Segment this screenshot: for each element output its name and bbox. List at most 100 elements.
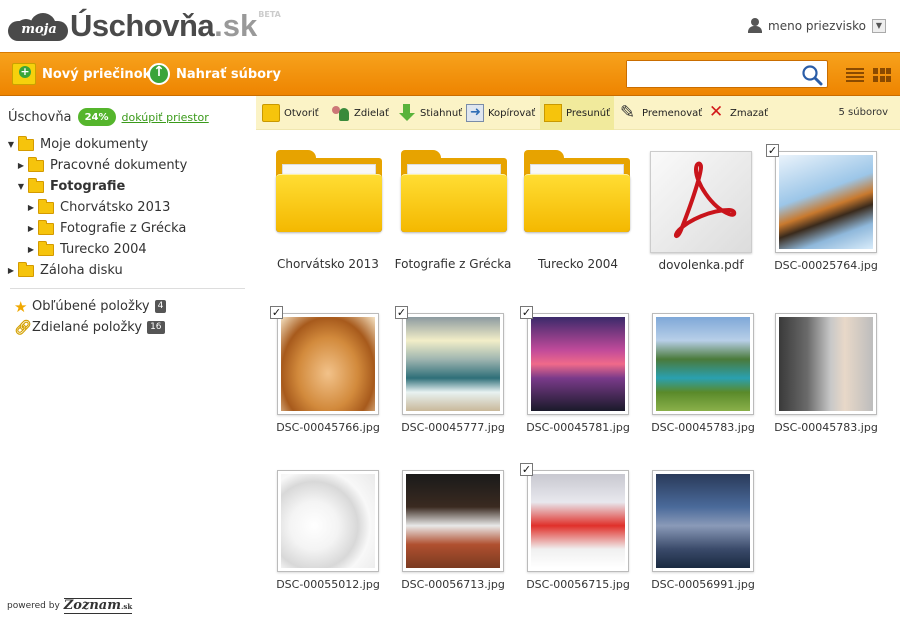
pdf-file-icon — [650, 151, 752, 253]
copy-button[interactable]: Kopírovať — [462, 96, 539, 130]
collapsed-arrow-icon[interactable]: ▶ — [16, 161, 26, 170]
image-thumbnail — [277, 313, 379, 415]
image-thumbnail — [402, 313, 504, 415]
image-thumbnail — [527, 313, 629, 415]
favorites-link[interactable]: ★ Obľúbené položky 4 — [14, 296, 167, 317]
expanded-arrow-icon[interactable]: ▼ — [16, 182, 26, 191]
zoznam-domain: .sk — [120, 602, 133, 611]
expanded-arrow-icon[interactable]: ▼ — [6, 140, 16, 149]
item-name: DSC-00025764.jpg — [774, 259, 878, 272]
item-name: DSC-00045781.jpg — [526, 421, 630, 434]
pencil-icon — [620, 102, 638, 123]
cloud-icon: moja — [8, 11, 68, 41]
tree-item-label: Záloha disku — [40, 263, 123, 278]
item-name: Fotografie z Grécka — [394, 257, 512, 271]
user-menu[interactable]: meno priezvisko ▼ — [748, 18, 886, 33]
new-folder-label: Nový priečinok — [42, 66, 152, 82]
chevron-down-icon[interactable]: ▼ — [872, 18, 886, 33]
upload-label: Nahrať súbory — [176, 66, 281, 82]
share-button[interactable]: Zdielať — [328, 96, 393, 130]
download-label: Stiahnuť — [420, 107, 463, 119]
tree-item-grecko[interactable]: ▶ Fotografie z Grécka — [6, 218, 187, 239]
item-name: Chorvátsko 2013 — [277, 257, 379, 271]
item-name: DSC-00055012.jpg — [276, 578, 380, 591]
tree-item-moje-dokumenty[interactable]: ▼ Moje dokumenty — [6, 134, 187, 155]
download-icon — [398, 104, 416, 122]
tree-item-label: Turecko 2004 — [60, 242, 147, 257]
tree-item-fotografie[interactable]: ▼ Fotografie — [6, 176, 187, 197]
folder-icon — [524, 150, 630, 232]
logo-moja: moja — [21, 22, 57, 37]
logo-title: Úschovňa — [70, 8, 215, 43]
logo-domain: .sk — [214, 8, 258, 43]
buy-space-link[interactable]: dokúpiť priestor — [122, 111, 209, 124]
search-box — [626, 60, 828, 88]
collapsed-arrow-icon[interactable]: ▶ — [26, 224, 36, 233]
open-button[interactable]: Otvoriť — [258, 96, 323, 130]
powered-by: powered by Zoznam.sk — [7, 598, 133, 614]
collapsed-arrow-icon[interactable]: ▶ — [26, 245, 36, 254]
file-count: 5 súborov — [838, 107, 888, 118]
main-toolbar: Nový priečinok Nahrať súbory — [0, 52, 900, 96]
image-thumbnail — [652, 313, 754, 415]
folder-tree: ▼ Moje dokumenty ▶ Pracovné dokumenty ▼ … — [6, 134, 187, 281]
upload-files-button[interactable]: Nahrať súbory — [148, 63, 281, 85]
collapsed-arrow-icon[interactable]: ▶ — [6, 266, 16, 275]
item-name: dovolenka.pdf — [658, 258, 744, 272]
item-name: DSC-00045783.jpg — [774, 421, 878, 434]
favorites-count: 4 — [154, 300, 167, 313]
storage-usage-badge: 24% — [77, 102, 116, 126]
new-folder-button[interactable]: Nový priečinok — [12, 63, 151, 85]
tree-item-chorvatsko[interactable]: ▶ Chorvátsko 2013 — [6, 197, 187, 218]
file-grid: Chorvátsko 2013 Fotografie z Grécka Ture… — [256, 130, 900, 618]
move-label: Presunúť — [566, 107, 611, 119]
list-view-icon[interactable] — [846, 68, 864, 82]
tree-item-zaloha-disku[interactable]: ▶ Záloha disku — [6, 260, 187, 281]
image-thumbnail — [775, 151, 877, 253]
share-users-icon — [332, 104, 350, 122]
shared-link[interactable]: 🔗︎ Zdielané položky 16 — [14, 317, 166, 338]
storage-label: Úschovňa — [8, 109, 72, 125]
copy-label: Kopírovať — [488, 107, 536, 119]
storage-info: Úschovňa 24% dokúpiť priestor — [8, 102, 209, 126]
folder-icon — [28, 156, 44, 172]
item-checkbox[interactable]: ✓ — [270, 306, 283, 319]
delete-label: Zmazať — [730, 107, 769, 119]
search-input[interactable] — [627, 61, 799, 87]
star-icon: ★ — [14, 297, 28, 316]
image-thumbnail — [402, 470, 504, 572]
item-name: DSC-00056991.jpg — [651, 578, 755, 591]
image-thumbnail — [527, 470, 629, 572]
collapsed-arrow-icon[interactable]: ▶ — [26, 203, 36, 212]
folder-icon — [18, 135, 34, 151]
download-button[interactable]: Stiahnuť — [394, 96, 466, 130]
folder-icon — [38, 198, 54, 214]
rename-label: Premenovať — [642, 107, 703, 119]
grid-view-icon[interactable] — [873, 68, 891, 82]
rename-button[interactable]: Premenovať — [616, 96, 706, 130]
item-name: DSC-00045766.jpg — [276, 421, 380, 434]
zoznam-text: Zoznam — [63, 598, 121, 613]
upload-icon — [148, 63, 170, 85]
open-label: Otvoriť — [284, 107, 319, 119]
folder-icon — [401, 150, 507, 232]
tree-item-turecko[interactable]: ▶ Turecko 2004 — [6, 239, 187, 260]
quick-links: ★ Obľúbené položky 4 🔗︎ Zdielané položky… — [14, 296, 167, 338]
image-thumbnail — [277, 470, 379, 572]
item-name: DSC-00056713.jpg — [401, 578, 505, 591]
item-checkbox[interactable]: ✓ — [395, 306, 408, 319]
folder-icon — [276, 150, 382, 232]
item-name: DSC-00056715.jpg — [526, 578, 630, 591]
tree-item-label: Moje dokumenty — [40, 137, 149, 152]
item-checkbox[interactable]: ✓ — [766, 144, 779, 157]
tree-item-pracovne-dokumenty[interactable]: ▶ Pracovné dokumenty — [6, 155, 187, 176]
item-checkbox[interactable]: ✓ — [520, 463, 533, 476]
zoznam-logo[interactable]: Zoznam.sk — [63, 598, 133, 614]
item-checkbox[interactable]: ✓ — [520, 306, 533, 319]
user-icon — [748, 18, 763, 33]
search-icon[interactable] — [801, 64, 823, 86]
app-logo[interactable]: moja Úschovňa .sk BETA — [8, 8, 281, 44]
delete-button[interactable]: Zmazať — [704, 96, 772, 130]
sidebar-divider — [10, 288, 245, 289]
move-button[interactable]: Presunúť — [540, 96, 615, 130]
